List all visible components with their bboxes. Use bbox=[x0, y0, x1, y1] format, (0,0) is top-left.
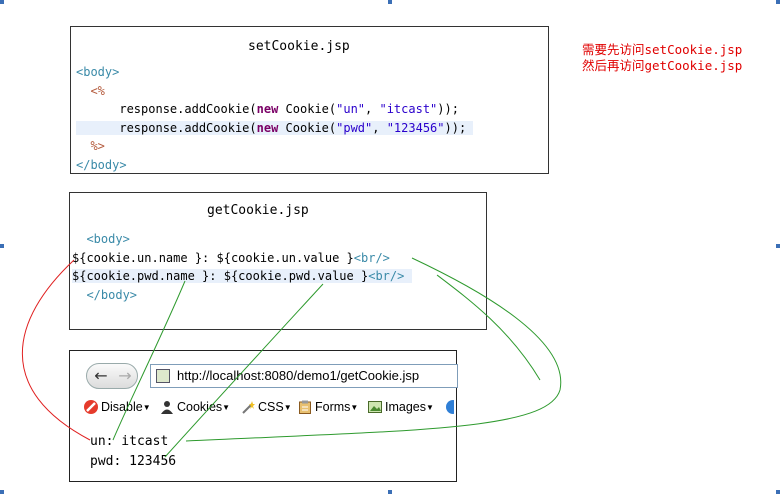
handle-dot bbox=[776, 244, 780, 248]
jsp-open-tag: <% bbox=[90, 83, 105, 98]
instruction-note: 需要先访问setCookie.jsp 然后再访问getCookie.jsp bbox=[582, 42, 742, 74]
note-line-1: 需要先访问setCookie.jsp bbox=[582, 42, 743, 57]
handle-dot bbox=[388, 490, 392, 494]
el-line-un: ${cookie.un.name }: ${cookie.un.value }<… bbox=[72, 250, 390, 265]
output-line-un: un: itcast bbox=[90, 434, 169, 449]
navigation-bar: ← → http://localhost:8080/demo1/getCooki… bbox=[86, 361, 458, 391]
disable-icon bbox=[84, 400, 98, 414]
getcookie-lines: <body> ${cookie.un.name }: ${cookie.un.v… bbox=[72, 230, 412, 304]
handle-dot bbox=[776, 0, 780, 4]
handle-dot bbox=[776, 490, 780, 494]
code-line-pwd: response.addCookie(new Cookie("pwd", "12… bbox=[76, 120, 474, 135]
body-open-tag: <body> bbox=[76, 65, 120, 79]
setcookie-lines: <body> <% response.addCookie(new Cookie(… bbox=[76, 63, 474, 174]
setcookie-code-box: setCookie.jsp <body> <% response.addCook… bbox=[70, 26, 549, 174]
body-open-tag: <body> bbox=[86, 232, 130, 246]
handle-dot bbox=[0, 490, 4, 494]
handle-dot bbox=[0, 0, 4, 4]
cookies-person-icon bbox=[160, 400, 174, 414]
url-text[interactable]: http://localhost:8080/demo1/getCookie.js… bbox=[177, 368, 419, 383]
code-line-un: response.addCookie(new Cookie("un", "itc… bbox=[119, 102, 459, 116]
browser-window: ← → http://localhost:8080/demo1/getCooki… bbox=[69, 350, 458, 482]
address-bar[interactable]: http://localhost:8080/demo1/getCookie.js… bbox=[150, 364, 458, 388]
setcookie-title: setCookie.jsp bbox=[248, 39, 350, 54]
images-menu[interactable]: Images▼ bbox=[368, 397, 434, 417]
webdev-toolbar: Disable▼ Cookies▼ CSS▼ Forms▼ Images▼ bbox=[84, 397, 454, 417]
images-picture-icon bbox=[368, 400, 382, 414]
note-line-2: 然后再访问getCookie.jsp bbox=[582, 58, 743, 73]
getcookie-code-box: getCookie.jsp <body> ${cookie.un.name }:… bbox=[69, 192, 487, 330]
page-favicon-icon bbox=[156, 369, 170, 383]
body-close-tag: </body> bbox=[86, 287, 138, 302]
info-icon[interactable] bbox=[446, 397, 454, 417]
css-wand-icon bbox=[241, 400, 255, 414]
disable-menu[interactable]: Disable▼ bbox=[84, 397, 151, 417]
output-line-pwd: pwd: 123456 bbox=[90, 454, 177, 469]
forms-menu[interactable]: Forms▼ bbox=[298, 397, 358, 417]
jsp-close-tag: %> bbox=[90, 139, 105, 153]
css-menu[interactable]: CSS▼ bbox=[241, 397, 292, 417]
forms-clipboard-icon bbox=[298, 400, 312, 414]
handle-dot bbox=[0, 244, 4, 248]
cookies-menu[interactable]: Cookies▼ bbox=[160, 397, 230, 417]
el-line-pwd: ${cookie.pwd.name }: ${cookie.pwd.value … bbox=[72, 269, 412, 283]
nav-buttons: ← → bbox=[86, 363, 138, 389]
body-close-tag: </body> bbox=[76, 157, 127, 172]
back-arrow-icon[interactable]: ← bbox=[91, 366, 111, 386]
getcookie-title: getCookie.jsp bbox=[207, 203, 309, 218]
forward-arrow-icon[interactable]: → bbox=[115, 366, 135, 386]
handle-dot bbox=[388, 0, 392, 4]
